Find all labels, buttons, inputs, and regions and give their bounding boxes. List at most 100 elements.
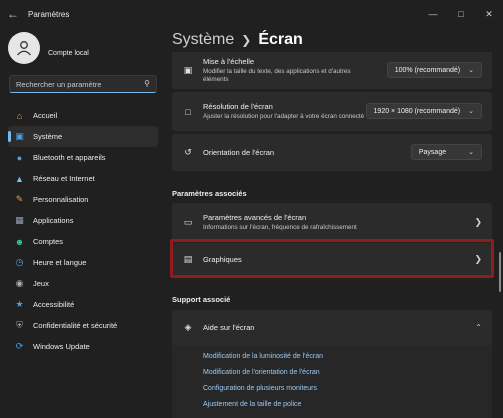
sidebar-item-applications[interactable]: ▦ Applications bbox=[8, 210, 158, 231]
sidebar-item-label: Système bbox=[33, 132, 63, 141]
orientation-title: Orientation de l'écran bbox=[203, 148, 275, 157]
globe-clock-icon: ◷ bbox=[15, 257, 24, 267]
profile-name: Compte local bbox=[48, 49, 89, 57]
sidebar-item-windows-update[interactable]: ⟳ Windows Update bbox=[8, 336, 158, 357]
scale-setting: ▣ Mise à l'échelle Modifier la taille du… bbox=[172, 52, 492, 89]
home-icon: ⌂ bbox=[16, 110, 23, 121]
help-link[interactable]: Ajustement de la taille de police bbox=[203, 401, 301, 408]
chevron-down-icon: ⌄ bbox=[468, 67, 474, 74]
graphics-text: Graphiques bbox=[203, 255, 372, 264]
resolution-title: Résolution de l'écran bbox=[203, 102, 273, 111]
sidebar-item-label: Windows Update bbox=[33, 342, 90, 351]
app-title: Paramètres bbox=[28, 9, 70, 19]
chevron-right-icon: ❯ bbox=[474, 216, 482, 227]
chevron-up-icon: ⌃ bbox=[475, 323, 482, 332]
sidebar-item-label: Comptes bbox=[33, 237, 64, 246]
display-help-section[interactable]: ◈ Aide sur l'écran ⌃ bbox=[172, 310, 492, 345]
title-bar: ← Paramètres — □ ✕ bbox=[0, 0, 503, 28]
search-box[interactable]: ⚲ bbox=[9, 75, 157, 93]
chevron-down-icon: ⌄ bbox=[468, 108, 474, 115]
orientation-dropdown[interactable]: Paysage ⌄ bbox=[410, 144, 482, 160]
chevron-down-icon: ⌄ bbox=[468, 149, 474, 156]
sidebar: Compte local ⚲ ⌂ Accueil ▣ Système ● Blu… bbox=[0, 28, 163, 418]
help-link[interactable]: Modification de la luminosité de l'écran bbox=[203, 353, 323, 360]
sidebar-item-label: Réseau et Internet bbox=[33, 174, 95, 183]
breadcrumb: Système ❯ Écran bbox=[172, 31, 303, 49]
update-icon: ⟳ bbox=[15, 341, 24, 351]
orientation-icon: ↺ bbox=[184, 147, 192, 157]
graphics-setting[interactable]: ▤ Graphiques ❯ bbox=[172, 243, 492, 275]
advanced-display-title: Paramètres avancés de l'écran bbox=[203, 212, 307, 222]
minimize-icon[interactable]: — bbox=[419, 0, 447, 28]
sidebar-item-reseau[interactable]: ▲ Réseau et Internet bbox=[8, 168, 158, 189]
scale-title: Mise à l'échelle bbox=[203, 57, 255, 66]
back-arrow-icon[interactable]: ← bbox=[0, 0, 26, 28]
chevron-right-icon: ❯ bbox=[241, 33, 252, 47]
scale-description: Modifier la taille du texte, des applica… bbox=[203, 68, 351, 83]
scale-icon: ▣ bbox=[183, 65, 193, 75]
advanced-display-description: Informations sur l'écran, fréquence de r… bbox=[203, 223, 357, 231]
orientation-text: Orientation de l'écran bbox=[203, 148, 372, 157]
sidebar-item-accessibilite[interactable]: ★ Accessibilité bbox=[8, 294, 158, 315]
sidebar-item-label: Jeux bbox=[33, 279, 49, 288]
page-title: Écran bbox=[258, 31, 303, 48]
help-links: Modification de la luminosité de l'écran… bbox=[172, 345, 492, 418]
accounts-icon: ☻ bbox=[14, 236, 25, 247]
breadcrumb-parent[interactable]: Système bbox=[172, 31, 234, 49]
laptop-icon: ▭ bbox=[183, 216, 193, 227]
settings-window: ← Paramètres — □ ✕ Compte local ⚲ ⌂ bbox=[0, 0, 503, 418]
gamepad-icon: ◉ bbox=[15, 278, 24, 288]
resolution-value: 1920 × 1080 (recommandé) bbox=[373, 107, 461, 115]
brush-icon: ✎ bbox=[15, 194, 24, 204]
sidebar-item-heure-langue[interactable]: ◷ Heure et langue bbox=[8, 252, 158, 273]
bluetooth-icon: ● bbox=[16, 152, 23, 163]
window-controls: — □ ✕ bbox=[419, 0, 503, 28]
search-icon[interactable]: ⚲ bbox=[144, 79, 150, 88]
resolution-text: Résolution de l'écran Ajuster la résolut… bbox=[203, 102, 372, 121]
help-link[interactable]: Configuration de plusieurs moniteurs bbox=[203, 385, 317, 392]
graphics-title: Graphiques bbox=[203, 254, 242, 264]
orientation-setting: ↺ Orientation de l'écran Paysage ⌄ bbox=[172, 134, 492, 171]
sidebar-item-label: Accessibilité bbox=[33, 300, 75, 309]
related-settings-header: Paramètres associés bbox=[172, 189, 247, 198]
sidebar-item-label: Applications bbox=[33, 216, 74, 225]
graphics-card-icon: ▤ bbox=[183, 253, 193, 264]
scale-dropdown[interactable]: 100% (recommandé) ⌄ bbox=[386, 62, 482, 78]
sidebar-item-label: Confidentialité et sécurité bbox=[33, 321, 118, 330]
search-input[interactable] bbox=[16, 79, 140, 89]
sidebar-item-label: Accueil bbox=[33, 111, 58, 120]
shield-icon: ⛨ bbox=[16, 320, 23, 330]
chevron-right-icon: ❯ bbox=[474, 253, 482, 264]
resolution-description: Ajuster la résolution pour l'adapter à v… bbox=[203, 113, 365, 120]
apps-icon: ▦ bbox=[15, 215, 24, 225]
sidebar-item-comptes[interactable]: ☻ Comptes bbox=[8, 231, 158, 252]
main-content: Système ❯ Écran ▣ Mise à l'échelle Modif… bbox=[163, 28, 503, 418]
sidebar-item-accueil[interactable]: ⌂ Accueil bbox=[8, 105, 158, 126]
close-icon[interactable]: ✕ bbox=[475, 0, 503, 28]
profile[interactable]: Compte local bbox=[8, 32, 89, 64]
resolution-icon: □ bbox=[185, 106, 191, 117]
related-support-header: Support associé bbox=[172, 295, 231, 304]
sidebar-item-label: Heure et langue bbox=[33, 258, 87, 267]
display-help-title: Aide sur l'écran bbox=[203, 323, 255, 332]
maximize-icon[interactable]: □ bbox=[447, 0, 475, 28]
sidebar-item-confidentialite[interactable]: ⛨ Confidentialité et sécurité bbox=[8, 315, 158, 336]
avatar bbox=[8, 32, 40, 64]
advanced-display-text: Paramètres avancés de l'écran Informatio… bbox=[203, 213, 452, 232]
scale-value: 100% (recommandé) bbox=[394, 66, 461, 74]
sidebar-item-jeux[interactable]: ◉ Jeux bbox=[8, 273, 158, 294]
sidebar-item-systeme[interactable]: ▣ Système bbox=[8, 126, 158, 147]
resolution-dropdown[interactable]: 1920 × 1080 (recommandé) ⌄ bbox=[365, 103, 482, 119]
display-help-text: Aide sur l'écran bbox=[203, 323, 372, 332]
sidebar-item-label: Personnalisation bbox=[33, 195, 89, 204]
globe-icon: ◈ bbox=[184, 322, 192, 332]
sidebar-item-personnalisation[interactable]: ✎ Personnalisation bbox=[8, 189, 158, 210]
help-link[interactable]: Modification de l'orientation de l'écran bbox=[203, 369, 320, 376]
advanced-display-setting[interactable]: ▭ Paramètres avancés de l'écran Informat… bbox=[172, 203, 492, 241]
wifi-icon: ▲ bbox=[15, 173, 24, 184]
resolution-setting: □ Résolution de l'écran Ajuster la résol… bbox=[172, 92, 492, 131]
scrollbar[interactable] bbox=[499, 252, 501, 292]
orientation-value: Paysage bbox=[418, 148, 447, 156]
sidebar-item-bluetooth[interactable]: ● Bluetooth et appareils bbox=[8, 147, 158, 168]
user-icon bbox=[17, 41, 31, 56]
